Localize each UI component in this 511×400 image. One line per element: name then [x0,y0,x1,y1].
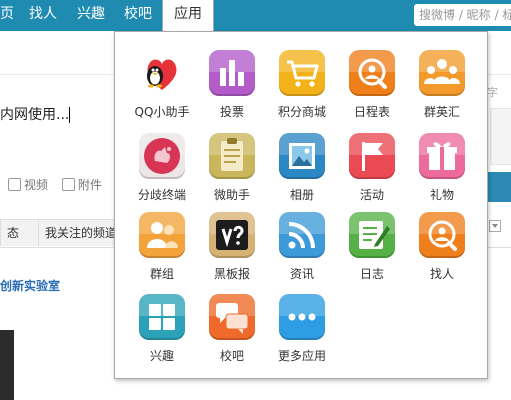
app-label: 黑板报 [213,267,250,281]
find-person-icon [419,212,465,258]
tab-feed[interactable]: 态 [0,219,42,246]
top-nav-bar: 页 找人 兴趣 校吧 应用 搜微博 / 昵称 / 标签 [0,0,511,33]
nav-interest[interactable]: 兴趣 [68,0,114,31]
bar-chart-icon [209,50,255,96]
app-label: QQ小助手 [134,105,190,119]
app-find-person[interactable]: 找人 [410,212,474,282]
app-points-mall[interactable]: 积分商城 [270,50,334,120]
char-count-hint: 字 [487,86,498,99]
nav-home[interactable]: 页 [0,0,22,31]
diary-icon [349,212,395,258]
chat-bubbles-icon [209,294,255,340]
calendar-search-icon [349,50,395,96]
attachment-label: 附件 [77,178,102,192]
app-label: 分歧终端 [137,188,186,202]
publish-button[interactable] [488,172,511,202]
group-icon [139,212,185,258]
flag-icon [349,133,395,179]
text-cursor [69,107,71,123]
app-label: 校吧 [219,349,244,363]
app-label: 微助手 [213,188,250,202]
rss-icon [279,212,325,258]
app-label: 资讯 [289,267,314,281]
app-label: 群英汇 [423,105,460,119]
search-input[interactable]: 搜微博 / 昵称 / 标签 [414,4,511,26]
penguin-heart-icon [139,50,185,96]
nav-apps[interactable]: 应用 [162,0,214,33]
attachment-icon [61,178,75,191]
thumbnail-image[interactable] [0,330,14,400]
group-people-icon [419,50,465,96]
app-label: 群组 [149,267,174,281]
app-label: 兴趣 [149,349,174,363]
app-group-gathering[interactable]: 群英汇 [410,50,474,120]
blackboard-icon [209,212,255,258]
nav-find-people[interactable]: 找人 [22,0,64,31]
photo-icon [279,133,325,179]
innovation-lab-link[interactable]: 创新实验室 [0,277,60,294]
video-label: 视频 [24,178,49,192]
app-more-apps[interactable]: 更多应用 [270,294,334,364]
gift-icon [419,133,465,179]
app-divergence-terminal[interactable]: 分歧终端 [130,133,194,203]
side-panel [490,108,511,165]
app-label: 更多应用 [277,349,326,363]
hand-sign-icon [139,133,185,179]
app-diary[interactable]: 日志 [340,212,404,282]
composer-tools: 视频 附件 [8,176,112,193]
app-micro-assistant[interactable]: 微助手 [200,133,264,203]
app-school-bar[interactable]: 校吧 [200,294,264,364]
app-blackboard[interactable]: 黑板报 [200,212,264,282]
app-album[interactable]: 相册 [270,133,334,203]
app-vote[interactable]: 投票 [200,50,264,120]
app-interest[interactable]: 兴趣 [130,294,194,364]
app-gift[interactable]: 礼物 [410,133,474,203]
interest-grid-icon [139,294,185,340]
app-label: 礼物 [429,188,454,202]
app-news[interactable]: 资讯 [270,212,334,282]
composer-text: 内网使用... [0,107,70,123]
nav-school-bar[interactable]: 校吧 [116,0,160,31]
app-schedule[interactable]: 日程表 [340,50,404,120]
app-label: 找人 [429,267,454,281]
app-label: 日程表 [353,105,390,119]
app-qq-assistant[interactable]: QQ小助手 [130,50,194,120]
app-label: 积分商城 [277,105,326,119]
app-label: 投票 [219,105,244,119]
video-button[interactable]: 视频 [8,178,48,192]
more-dots-icon [279,294,325,340]
post-composer[interactable]: 内网使用... [0,104,120,144]
app-label: 活动 [359,188,384,202]
app-activity[interactable]: 活动 [340,133,404,203]
apps-menu-popup: QQ小助手 投票 积分商城 日程表 群英汇 分歧终端 微助手 相册 活动 礼物 … [114,31,488,379]
attachment-button[interactable]: 附件 [61,178,102,192]
app-label: 相册 [289,188,314,202]
video-icon [8,178,21,191]
shopping-cart-icon [279,50,325,96]
app-groups[interactable]: 群组 [130,212,194,282]
notepad-icon [209,133,255,179]
app-label: 日志 [359,267,384,281]
